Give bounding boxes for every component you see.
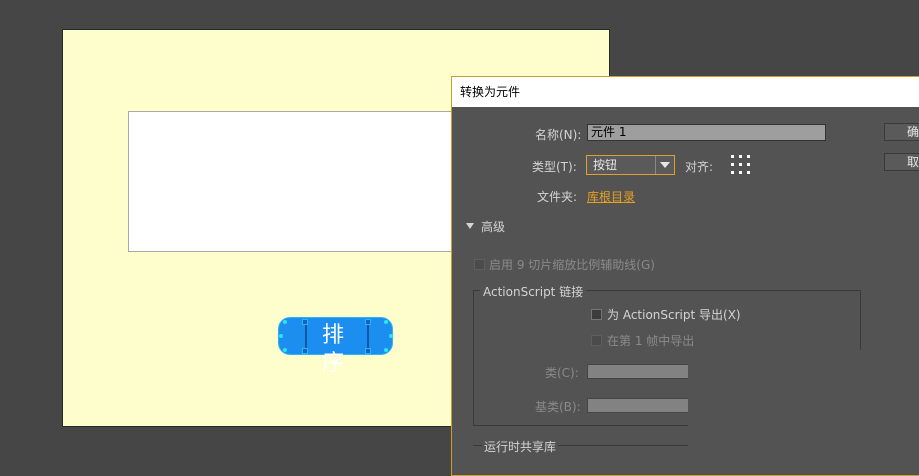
dialog-redacted-area [688, 350, 919, 456]
type-select[interactable]: 按钮 [586, 155, 675, 175]
selection-handle[interactable] [365, 319, 371, 325]
folder-label: 文件夹: [537, 190, 578, 204]
type-label: 类型(T): [532, 160, 577, 174]
class-input[interactable] [587, 364, 689, 379]
cancel-button[interactable]: 取 [884, 153, 919, 171]
export-frame-checkbox[interactable] [591, 335, 602, 346]
scale9-label: 启用 9 切片缩放比例辅助线(G) [489, 258, 655, 272]
runtime-shared-library-title: 运行时共享库 [482, 438, 559, 455]
sort-button-symbol[interactable]: 排 序 [278, 317, 393, 376]
base-class-label: 基类(B): [535, 400, 581, 414]
selection-handle[interactable] [302, 348, 308, 354]
export-frame-label: 在第 1 帧中导出 [607, 334, 695, 348]
folder-link[interactable]: 库根目录 [587, 188, 635, 205]
actionscript-group-title: ActionScript 链接 [480, 283, 587, 300]
name-input[interactable]: 元件 1 [587, 124, 826, 141]
sort-button-label: 排 序 [305, 322, 369, 376]
align-label: 对齐: [685, 160, 714, 174]
selection-handle[interactable] [365, 348, 371, 354]
type-select-value: 按钮 [593, 158, 618, 172]
chevron-down-icon[interactable] [655, 156, 674, 174]
advanced-expand-icon[interactable] [466, 223, 474, 229]
advanced-label[interactable]: 高级 [481, 218, 505, 235]
class-label: 类(C): [545, 366, 579, 380]
export-actionscript-label: 为 ActionScript 导出(X) [607, 308, 741, 322]
base-class-input[interactable] [587, 398, 689, 413]
registration-grid-icon[interactable] [731, 155, 751, 175]
dialog-title: 转换为元件 [452, 77, 919, 107]
export-actionscript-checkbox[interactable] [591, 309, 602, 320]
scale9-checkbox[interactable] [474, 259, 485, 270]
ok-button[interactable]: 确 [884, 123, 919, 141]
name-label: 名称(N): [535, 128, 582, 142]
selection-handle[interactable] [302, 319, 308, 325]
